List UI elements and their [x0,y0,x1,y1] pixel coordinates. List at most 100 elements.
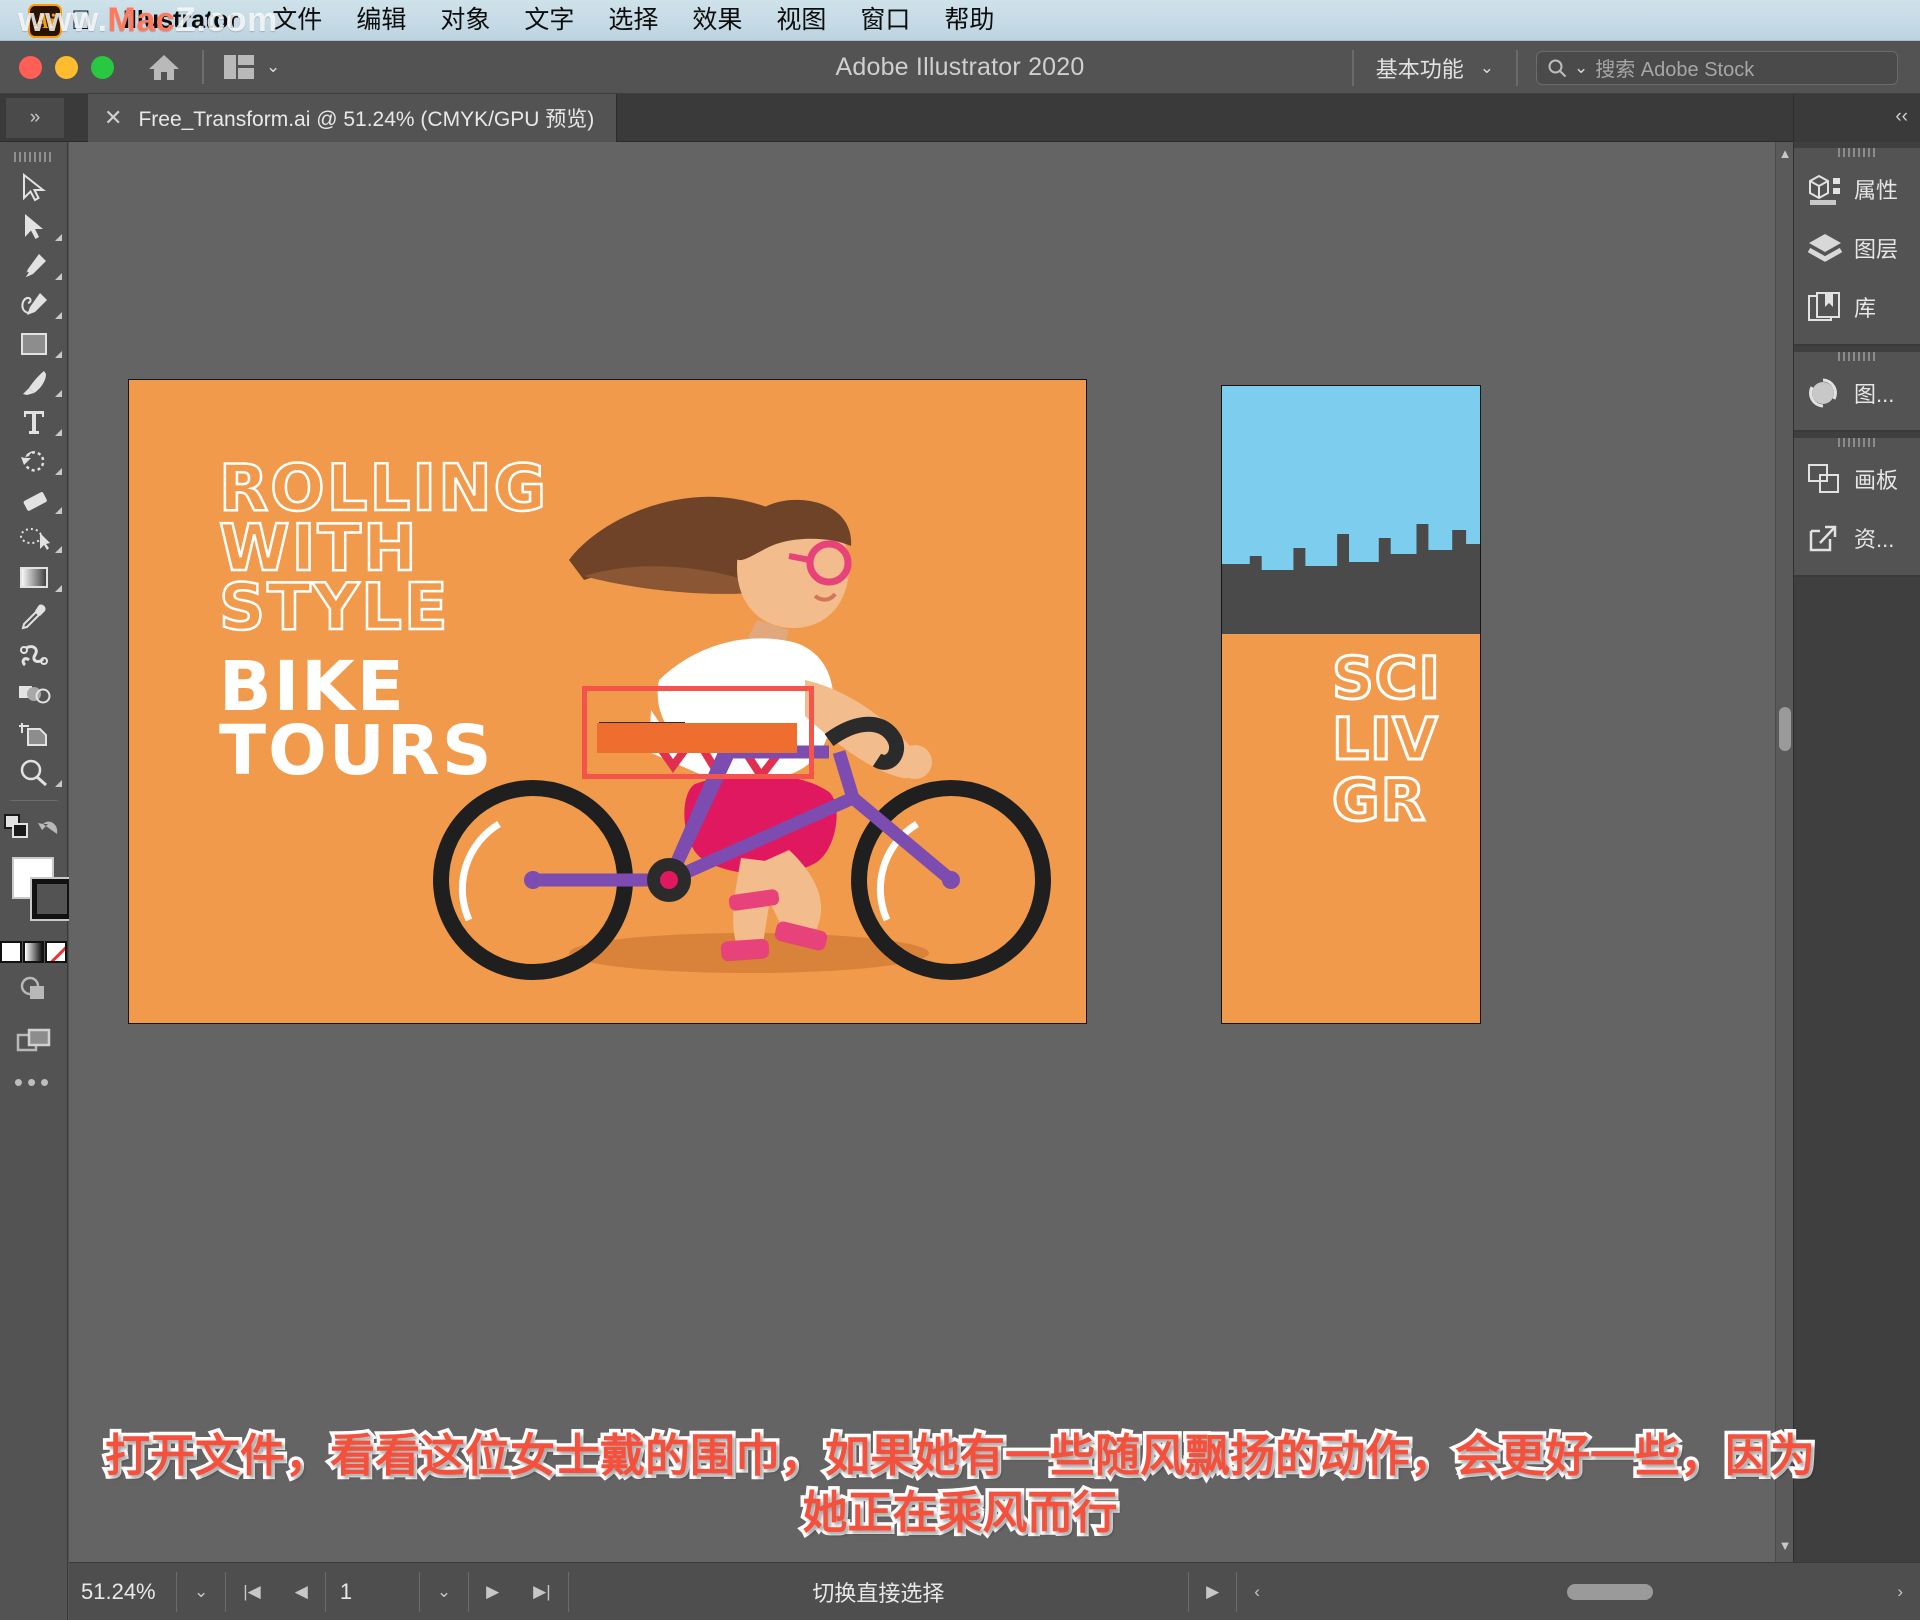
status-text[interactable]: 切换直接选择 [569,1572,1188,1612]
panel-libraries[interactable]: 库 [1794,277,1920,336]
panel-grip[interactable] [1838,148,1876,157]
gradient-mode-button[interactable] [22,941,45,963]
artboard-tool[interactable] [0,714,68,753]
tool-flyout-indicator[interactable] [55,273,62,280]
menu-file[interactable]: 文件 [255,0,339,41]
tool-flyout-indicator[interactable] [55,234,62,241]
next-artboard-button[interactable]: ▶ [469,1572,516,1612]
panel-properties[interactable]: 属性 [1794,159,1920,218]
rotate-tool[interactable] [0,441,68,480]
menu-view[interactable]: 视图 [759,0,843,41]
artboards-icon [1808,463,1839,493]
tool-flyout-indicator[interactable] [55,468,62,475]
workspace-label: 基本功能 [1375,56,1464,82]
gradient-tool[interactable] [0,558,68,597]
toolbar-divider [9,800,58,801]
tool-flyout-indicator[interactable] [55,780,62,787]
city-skyline [1222,524,1480,634]
rectangle-tool[interactable] [0,324,68,363]
solid-color-mode-button[interactable] [0,941,22,963]
tool-flyout-indicator[interactable] [55,351,62,358]
prev-artboard-button[interactable]: ◀ [278,1571,326,1612]
collapse-dock-icon[interactable]: ‹‹ [1895,106,1908,128]
canvas-vertical-scrollbar[interactable]: ▲ ▼ [1775,142,1793,1562]
shape-builder-tool[interactable] [0,675,68,714]
eraser-tool[interactable] [0,480,68,519]
app-title-bar: ⌄ Adobe Illustrator 2020 基本功能 ⌄ ⌄ 搜索 Ado… [0,41,1920,94]
libraries-icon [1808,291,1840,321]
lasso-tool[interactable] [0,519,68,558]
stroke-swatch[interactable] [30,877,74,921]
none-color-mode-button[interactable] [45,941,68,963]
fill-stroke-swatches[interactable] [0,853,74,929]
toolbar-grip[interactable] [13,152,54,162]
paintbrush-tool[interactable] [0,363,68,402]
panel-group-1: 属性 图层 库 [1794,148,1920,346]
panel-asset-export[interactable]: 资... [1794,508,1920,567]
panel-grip[interactable] [1838,352,1876,361]
panel-group-3: 画板 资... [1794,438,1920,577]
type-tool[interactable] [0,402,68,441]
tool-flyout-indicator[interactable] [55,429,62,436]
panel-image-trace[interactable]: 图... [1794,363,1920,422]
workspace-switcher[interactable]: 基本功能 ⌄ [1354,52,1516,84]
edit-toolbar-button[interactable]: ••• [0,1067,67,1098]
menu-type[interactable]: 文字 [507,0,591,41]
tool-flyout-indicator[interactable] [55,390,62,397]
document-tab[interactable]: ✕ Free_Transform.ai @ 51.24% (CMYK/GPU 预… [88,94,618,142]
prev-page-icon: ◀ [294,1581,308,1601]
drawing-mode-button[interactable] [0,963,68,1015]
artboard-number-field[interactable]: 1 [326,1571,420,1612]
horizontal-scrollbar[interactable] [1277,1582,1880,1602]
scroll-right-button[interactable]: › [1880,1572,1920,1612]
scroll-down-icon[interactable]: ▼ [1776,1538,1793,1558]
artboard-1[interactable]: ROLLING WITH STYLE BIKE TOURS [128,379,1087,1024]
selection-tool[interactable] [0,168,68,207]
menu-effect[interactable]: 效果 [675,0,759,41]
scroll-left-button[interactable]: ‹ [1237,1572,1277,1612]
eyedropper-tool[interactable] [0,597,68,636]
menu-object[interactable]: 对象 [423,0,507,41]
menu-help[interactable]: 帮助 [927,0,1011,41]
screen-mode-button[interactable] [0,1015,68,1067]
pen-tool[interactable] [0,246,68,285]
close-icon[interactable]: ✕ [104,107,122,129]
tool-flyout-indicator[interactable] [55,546,62,553]
color-mode-row [0,941,68,963]
panel-layers[interactable]: 图层 [1794,218,1920,277]
ab2-line-2: LIV [1331,704,1439,773]
apple-logo-icon[interactable]:  [68,2,94,38]
hscrollbar-thumb[interactable] [1566,1583,1653,1600]
curvature-tool[interactable] [0,285,68,324]
draw-normal-icon [20,976,44,999]
swap-fill-stroke-icon[interactable] [2,813,32,846]
blend-tool[interactable] [0,636,68,675]
last-artboard-button[interactable]: ▶| [516,1571,569,1612]
selection-bounding-box[interactable] [582,686,814,779]
menu-window[interactable]: 窗口 [843,0,927,41]
direct-selection-tool[interactable] [0,207,68,246]
expand-panels-button[interactable]: » [6,98,64,138]
menu-select[interactable]: 选择 [591,0,675,41]
tool-flyout-indicator[interactable] [55,312,62,319]
menu-edit[interactable]: 编辑 [339,0,423,41]
stock-search-input[interactable]: ⌄ 搜索 Adobe Stock [1536,50,1898,85]
panel-artboards[interactable]: 画板 [1794,449,1920,508]
reset-fill-stroke-icon[interactable] [37,814,65,845]
zoom-level-field[interactable]: 51.24% [69,1571,177,1612]
menu-app-name[interactable]: Illustrator [106,0,255,41]
canvas-area[interactable]: ROLLING WITH STYLE BIKE TOURS SCI LIV GR… [69,142,1793,1562]
panel-grip[interactable] [1838,438,1876,447]
artboard-dropdown-button[interactable]: ⌄ [420,1571,470,1612]
status-menu-button[interactable]: ▶ [1188,1571,1238,1612]
first-artboard-button[interactable]: |◀ [226,1572,278,1612]
scroll-up-icon[interactable]: ▲ [1776,146,1793,166]
zoom-dropdown-button[interactable]: ⌄ [177,1571,227,1612]
tool-flyout-indicator[interactable] [55,585,62,592]
properties-icon [1809,174,1840,205]
artboard-2[interactable]: SCI LIV GR [1221,385,1481,1024]
scrollbar-thumb[interactable] [1779,707,1791,751]
screen-mode-icon [16,1028,51,1052]
tool-flyout-indicator[interactable] [55,507,62,514]
zoom-tool[interactable] [0,753,68,792]
